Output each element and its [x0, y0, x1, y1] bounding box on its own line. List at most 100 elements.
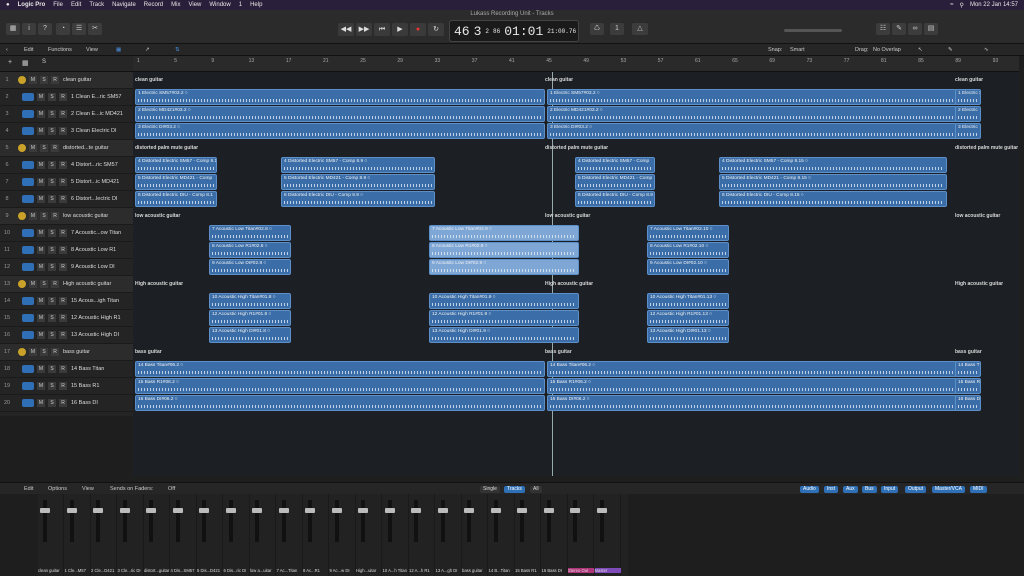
channel-strip[interactable]: Stereo Out: [568, 494, 594, 576]
solo-button[interactable]: S: [48, 93, 56, 101]
volume-fader[interactable]: [596, 500, 607, 542]
filter-inst[interactable]: Inst: [824, 486, 839, 493]
record-enable-button[interactable]: R: [59, 127, 67, 135]
track-header-12[interactable]: 12 M S R 9 Acoustic Low DI: [0, 259, 133, 276]
channel-strip[interactable]: 1 Cle...M57: [65, 494, 91, 576]
audio-region[interactable]: 6 Distorted Electric DIU - Comp 8.1: [135, 191, 217, 207]
audio-region[interactable]: 5 Distorted Electric MD421 - Comp: [575, 174, 655, 190]
audio-region[interactable]: 6 Distorted Electric DIU - Comp 8.15 ○: [719, 191, 947, 207]
solo-button[interactable]: S: [48, 263, 56, 271]
mixer-tab-all[interactable]: All: [530, 486, 542, 493]
audio-region[interactable]: 9 Acoustic Low DI#02.10 ○: [647, 259, 729, 275]
record-enable-button[interactable]: R: [59, 365, 67, 373]
channel-strip-name[interactable]: 5 Dis...D421: [197, 568, 223, 573]
volume-fader[interactable]: [252, 500, 262, 542]
volume-fader[interactable]: [437, 500, 448, 542]
track-name[interactable]: High acoustic guitar: [63, 281, 115, 287]
menu-window[interactable]: Window: [209, 2, 230, 8]
audio-region[interactable]: 13 Acoustic High DI#01.8 ○: [209, 327, 291, 343]
audio-region[interactable]: 10 Acoustic High Titan#01.9 ○: [429, 293, 579, 309]
record-enable-button[interactable]: R: [51, 144, 59, 152]
track-name[interactable]: 15 Bass R1: [71, 383, 123, 389]
folder-region-label[interactable]: clean guitar: [545, 77, 573, 83]
volume-fader[interactable]: [543, 500, 554, 542]
record-button[interactable]: ●: [410, 23, 426, 36]
grid-view-icon[interactable]: ▦: [116, 47, 121, 53]
back-icon[interactable]: ‹: [6, 47, 8, 53]
track-name[interactable]: bass guitar: [63, 349, 115, 355]
solo-button[interactable]: S: [40, 280, 48, 288]
volume-fader[interactable]: [225, 500, 236, 542]
solo-button[interactable]: S: [40, 348, 48, 356]
mute-button[interactable]: M: [37, 365, 45, 373]
audio-region[interactable]: 6 Distorted Electric DIU - Comp 8.9: [575, 191, 655, 207]
channel-strip[interactable]: 5 Dis...D421: [197, 494, 223, 576]
folder-region-label[interactable]: bass guitar: [955, 349, 982, 355]
mute-button[interactable]: M: [37, 229, 45, 237]
volume-fader[interactable]: [40, 500, 50, 542]
channel-strip[interactable]: 15 Bass R1: [515, 494, 541, 576]
folder-region-label[interactable]: clean guitar: [955, 77, 983, 83]
mute-button[interactable]: M: [29, 280, 37, 288]
audio-region[interactable]: 1 Electric S: [955, 89, 981, 105]
duplicate-track-icon[interactable]: ▦: [22, 59, 29, 67]
mute-button[interactable]: M: [37, 195, 45, 203]
audio-region[interactable]: 12 Acoustic High R1#01.9 ○: [429, 310, 579, 326]
mute-button[interactable]: M: [37, 297, 45, 305]
mixer-tab-tracks[interactable]: Tracks: [504, 486, 525, 493]
mixer-icon[interactable]: ☰: [72, 23, 86, 35]
track-name[interactable]: 1 Clean E...ric SM57: [71, 94, 123, 100]
go-to-start-button[interactable]: ⏮: [374, 23, 390, 36]
channel-strip-name[interactable]: clean guitar: [38, 568, 64, 573]
forward-button[interactable]: ▶▶: [356, 23, 372, 36]
pencil-tool-icon[interactable]: ✎: [948, 47, 953, 53]
audio-region[interactable]: 15 Bass R1: [955, 378, 981, 394]
channel-strip-name[interactable]: 13 A...gh DI: [436, 568, 462, 573]
menu-file[interactable]: File: [53, 2, 63, 8]
record-enable-button[interactable]: R: [59, 229, 67, 237]
channel-strip[interactable]: 2 Cle...D421: [91, 494, 117, 576]
solo-button[interactable]: S: [48, 365, 56, 373]
mute-button[interactable]: M: [29, 348, 37, 356]
channel-strip-name[interactable]: bass guitar: [462, 568, 488, 573]
mute-button[interactable]: M: [29, 144, 37, 152]
track-header-8[interactable]: 8 MSR 6 Distort...lectric DI: [0, 191, 133, 208]
track-name[interactable]: 12 Acoustic High R1: [71, 315, 123, 321]
channel-strip-name[interactable]: High...uitar: [356, 568, 382, 573]
audio-region[interactable]: 3 Electric: [955, 123, 981, 139]
record-enable-button[interactable]: R: [59, 263, 67, 271]
track-header-9[interactable]: 9 M S Rlow acoustic guitar: [0, 208, 133, 225]
audio-region[interactable]: 9 Acoustic Low DI#02.8 ○: [209, 259, 291, 275]
channel-strip[interactable]: 6 Dis...ric DI: [224, 494, 250, 576]
track-name[interactable]: 2 Clean E...ic MD421: [71, 111, 123, 117]
menu-1[interactable]: 1: [239, 2, 242, 8]
channel-strip-name[interactable]: 7 Ac...Titan: [277, 568, 303, 573]
volume-fader[interactable]: [305, 500, 315, 542]
audio-region[interactable]: 2 Electric MD421#03.2 ○: [135, 106, 545, 122]
solo-button[interactable]: S: [48, 110, 56, 118]
smart-controls-icon[interactable]: ◔: [56, 23, 70, 35]
channel-strip[interactable]: 12 A...h R1: [409, 494, 435, 576]
audio-region[interactable]: 14 Bass T: [955, 361, 981, 377]
track-header-20[interactable]: 20 M S R 16 Bass DI: [0, 395, 133, 412]
audio-region[interactable]: 4 Distorted Electric SM57 - Comp: [575, 157, 655, 173]
count-in-icon[interactable]: 1: [610, 23, 624, 35]
mute-button[interactable]: M: [37, 127, 45, 135]
volume-fader[interactable]: [93, 500, 103, 542]
folder-region-label[interactable]: low acoustic guitar: [545, 213, 590, 219]
channel-strip-name[interactable]: 12 A...h R1: [409, 568, 435, 573]
audio-region[interactable]: 8 Acoustic Low R1#02.10 ○: [647, 242, 729, 258]
volume-fader[interactable]: [570, 500, 580, 542]
folder-region-label[interactable]: low acoustic guitar: [135, 213, 180, 219]
track-name[interactable]: 3 Clean Electric DI: [71, 128, 123, 134]
audio-region[interactable]: 5 Distorted Electric MD421 - Comp 8.9 ○: [281, 174, 435, 190]
audio-region[interactable]: 1 Electric SM57#03.2 ○: [135, 89, 545, 105]
record-enable-button[interactable]: R: [59, 161, 67, 169]
info-icon[interactable]: i: [22, 23, 36, 35]
list-editors-icon[interactable]: ☷: [876, 23, 890, 35]
volume-fader[interactable]: [490, 500, 501, 542]
rewind-button[interactable]: ◀◀: [338, 23, 354, 36]
library-icon[interactable]: ▦: [6, 23, 20, 35]
editors-icon[interactable]: ✂: [88, 23, 102, 35]
solo-button[interactable]: S: [48, 297, 56, 305]
